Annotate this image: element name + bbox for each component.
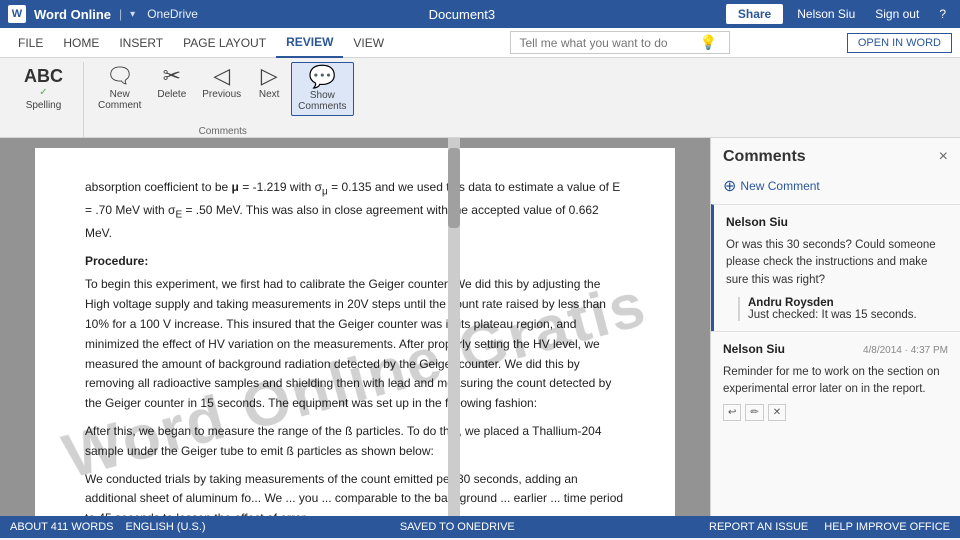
plus-icon: ⊕: [723, 176, 736, 196]
comment-1-text: Or was this 30 seconds? Could someone pl…: [726, 237, 948, 289]
menu-search-area: 💡: [394, 31, 847, 54]
main-layout: Word Online Gratis absorption coefficien…: [0, 138, 960, 516]
next-icon: ▷: [261, 65, 278, 87]
word-icon: W: [8, 5, 26, 23]
spelling-group: ABC ✓ Spelling: [8, 62, 84, 137]
status-bar: ABOUT 411 WORDS ENGLISH (U.S.) SAVED TO …: [0, 516, 960, 538]
new-comment-label: New Comment: [740, 179, 819, 193]
delete-icon: ✂: [163, 65, 181, 87]
open-in-word-button[interactable]: OPEN IN WORD: [847, 33, 952, 53]
procedure-heading: Procedure:: [85, 252, 625, 272]
menu-view[interactable]: VIEW: [343, 28, 394, 58]
reply-1-text: Just checked: It was 15 seconds.: [748, 309, 948, 321]
title-bar-actions: Share Nelson Siu Sign out ?: [726, 4, 952, 24]
menu-review[interactable]: REVIEW: [276, 28, 343, 58]
comment-1-author-row: Nelson Siu: [726, 215, 948, 233]
saved-status: SAVED TO ONEDRIVE: [400, 521, 515, 533]
spelling-group-items: ABC ✓ Spelling: [16, 62, 71, 137]
lightbulb-icon: 💡: [699, 34, 716, 51]
comments-list: Nelson Siu Or was this 30 seconds? Could…: [711, 204, 960, 516]
comment-2-text: Reminder for me to work on the section o…: [723, 364, 948, 399]
paragraph-trials: We conducted trials by taking measuremen…: [85, 470, 625, 516]
comment-1-author: Nelson Siu: [726, 215, 788, 229]
ribbon: ABC ✓ Spelling 🗨 NewComment ✂ Delete ◁ P…: [0, 58, 960, 138]
title-bar: W Word Online | ▾ OneDrive Document3 Sha…: [0, 0, 960, 28]
new-comment-label: NewComment: [98, 89, 141, 111]
search-input[interactable]: [519, 36, 699, 50]
comment-2-actions: ↩ ✏ ✕: [723, 404, 948, 421]
menu-page-layout[interactable]: PAGE LAYOUT: [173, 28, 276, 58]
help-improve[interactable]: HELP IMPROVE OFFICE: [824, 521, 950, 533]
comment-1-reply: Andru Roysden Just checked: It was 15 se…: [738, 297, 948, 321]
share-button[interactable]: Share: [726, 4, 783, 24]
language: ENGLISH (U.S.): [126, 521, 206, 533]
show-comments-label: ShowComments: [298, 90, 346, 112]
scrollbar[interactable]: [448, 138, 460, 516]
paragraph-1: absorption coefficient to be μ = -1.219 …: [85, 178, 625, 244]
new-comment-icon: 🗨: [106, 65, 134, 87]
report-issue[interactable]: REPORT AN ISSUE: [709, 521, 808, 533]
new-comment-button[interactable]: 🗨 NewComment: [92, 62, 147, 114]
comments-group-items: 🗨 NewComment ✂ Delete ◁ Previous ▷ Next …: [92, 62, 354, 122]
comments-panel: Comments × ⊕ New Comment Nelson Siu Or w…: [710, 138, 960, 516]
comment-2-author: Nelson Siu: [723, 342, 785, 356]
edit-btn[interactable]: ✏: [745, 404, 763, 421]
comment-2-author-row: Nelson Siu 4/8/2014 · 4:37 PM: [723, 342, 948, 360]
comments-group-label: Comments: [92, 126, 354, 137]
help-button[interactable]: ?: [933, 5, 952, 23]
previous-button[interactable]: ◁ Previous: [196, 62, 247, 103]
paragraph-procedure: To begin this experiment, we first had t…: [85, 275, 625, 414]
previous-label: Previous: [202, 89, 241, 100]
reply-1-author: Andru Roysden: [748, 297, 948, 309]
close-comments-button[interactable]: ×: [939, 148, 948, 166]
delete-label: Delete: [157, 89, 186, 100]
comment-thread-2: Nelson Siu 4/8/2014 · 4:37 PM Reminder f…: [711, 331, 960, 432]
onedrive-label: OneDrive: [147, 7, 198, 21]
paragraph-beta: After this, we began to measure the rang…: [85, 422, 625, 462]
app-name: Word Online: [34, 7, 111, 22]
doc-scroll[interactable]: Word Online Gratis absorption coefficien…: [0, 138, 710, 516]
comments-header: Comments ×: [711, 138, 960, 172]
delete-comment-btn[interactable]: ✕: [768, 404, 786, 421]
user-button[interactable]: Nelson Siu: [791, 5, 861, 23]
divider: |: [119, 7, 122, 21]
spelling-check-icon: ✓: [39, 87, 47, 98]
status-right: REPORT AN ISSUE HELP IMPROVE OFFICE: [709, 521, 950, 533]
spelling-label: Spelling: [26, 100, 62, 111]
next-button[interactable]: ▷ Next: [251, 62, 287, 103]
search-box[interactable]: 💡: [510, 31, 730, 54]
comment-thread-1: Nelson Siu Or was this 30 seconds? Could…: [711, 204, 960, 331]
doc-page: Word Online Gratis absorption coefficien…: [35, 148, 675, 516]
doc-name: Document3: [198, 7, 726, 22]
comments-title: Comments: [723, 148, 806, 166]
app-logo: W Word Online | ▾: [8, 5, 135, 23]
dropdown-arrow[interactable]: ▾: [130, 9, 135, 20]
show-comments-button[interactable]: 💬 ShowComments: [291, 62, 353, 116]
menu-file[interactable]: FILE: [8, 28, 53, 58]
menu-insert[interactable]: INSERT: [109, 28, 173, 58]
spelling-button[interactable]: ABC ✓ Spelling: [16, 62, 71, 115]
reply-btn[interactable]: ↩: [723, 404, 741, 421]
new-comment-btn[interactable]: ⊕ New Comment: [711, 172, 960, 204]
menu-bar: FILE HOME INSERT PAGE LAYOUT REVIEW VIEW…: [0, 28, 960, 58]
menu-home[interactable]: HOME: [53, 28, 109, 58]
previous-icon: ◁: [213, 65, 230, 87]
comment-2-timestamp: 4/8/2014 · 4:37 PM: [863, 345, 948, 356]
document-area: Word Online Gratis absorption coefficien…: [0, 138, 710, 516]
delete-button[interactable]: ✂ Delete: [151, 62, 192, 103]
word-count: ABOUT 411 WORDS: [10, 521, 114, 533]
signout-button[interactable]: Sign out: [869, 5, 925, 23]
scroll-thumb[interactable]: [448, 148, 460, 228]
next-label: Next: [259, 89, 280, 100]
spelling-abc: ABC: [24, 66, 63, 87]
show-comments-icon: 💬: [309, 66, 336, 88]
comments-group: 🗨 NewComment ✂ Delete ◁ Previous ▷ Next …: [84, 62, 366, 137]
status-left: ABOUT 411 WORDS ENGLISH (U.S.): [10, 521, 206, 533]
